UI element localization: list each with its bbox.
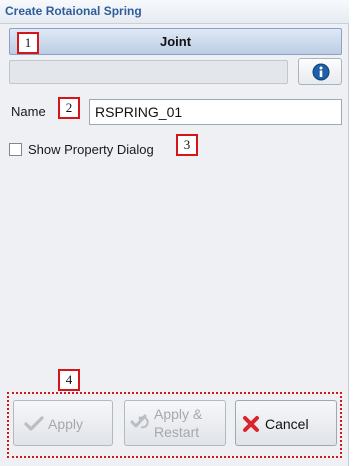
action-buttons-highlight	[7, 392, 342, 458]
info-icon	[312, 63, 330, 81]
joint-selection-field[interactable]	[9, 60, 288, 84]
callout-2: 2	[58, 97, 80, 119]
show-property-label: Show Property Dialog	[28, 142, 154, 157]
callout-1: 1	[17, 32, 39, 54]
callout-3: 3	[176, 134, 198, 156]
callout-4: 4	[58, 369, 80, 391]
joint-label: Joint	[159, 34, 192, 49]
show-property-checkbox[interactable]	[9, 143, 22, 156]
name-input[interactable]	[89, 99, 342, 125]
dialog-title: Create Rotaional Spring	[5, 4, 142, 18]
name-label: Name	[11, 104, 46, 119]
info-button[interactable]	[298, 58, 342, 85]
title-bar: Create Rotaional Spring	[0, 0, 349, 24]
joint-section-header[interactable]: Joint	[9, 28, 342, 55]
